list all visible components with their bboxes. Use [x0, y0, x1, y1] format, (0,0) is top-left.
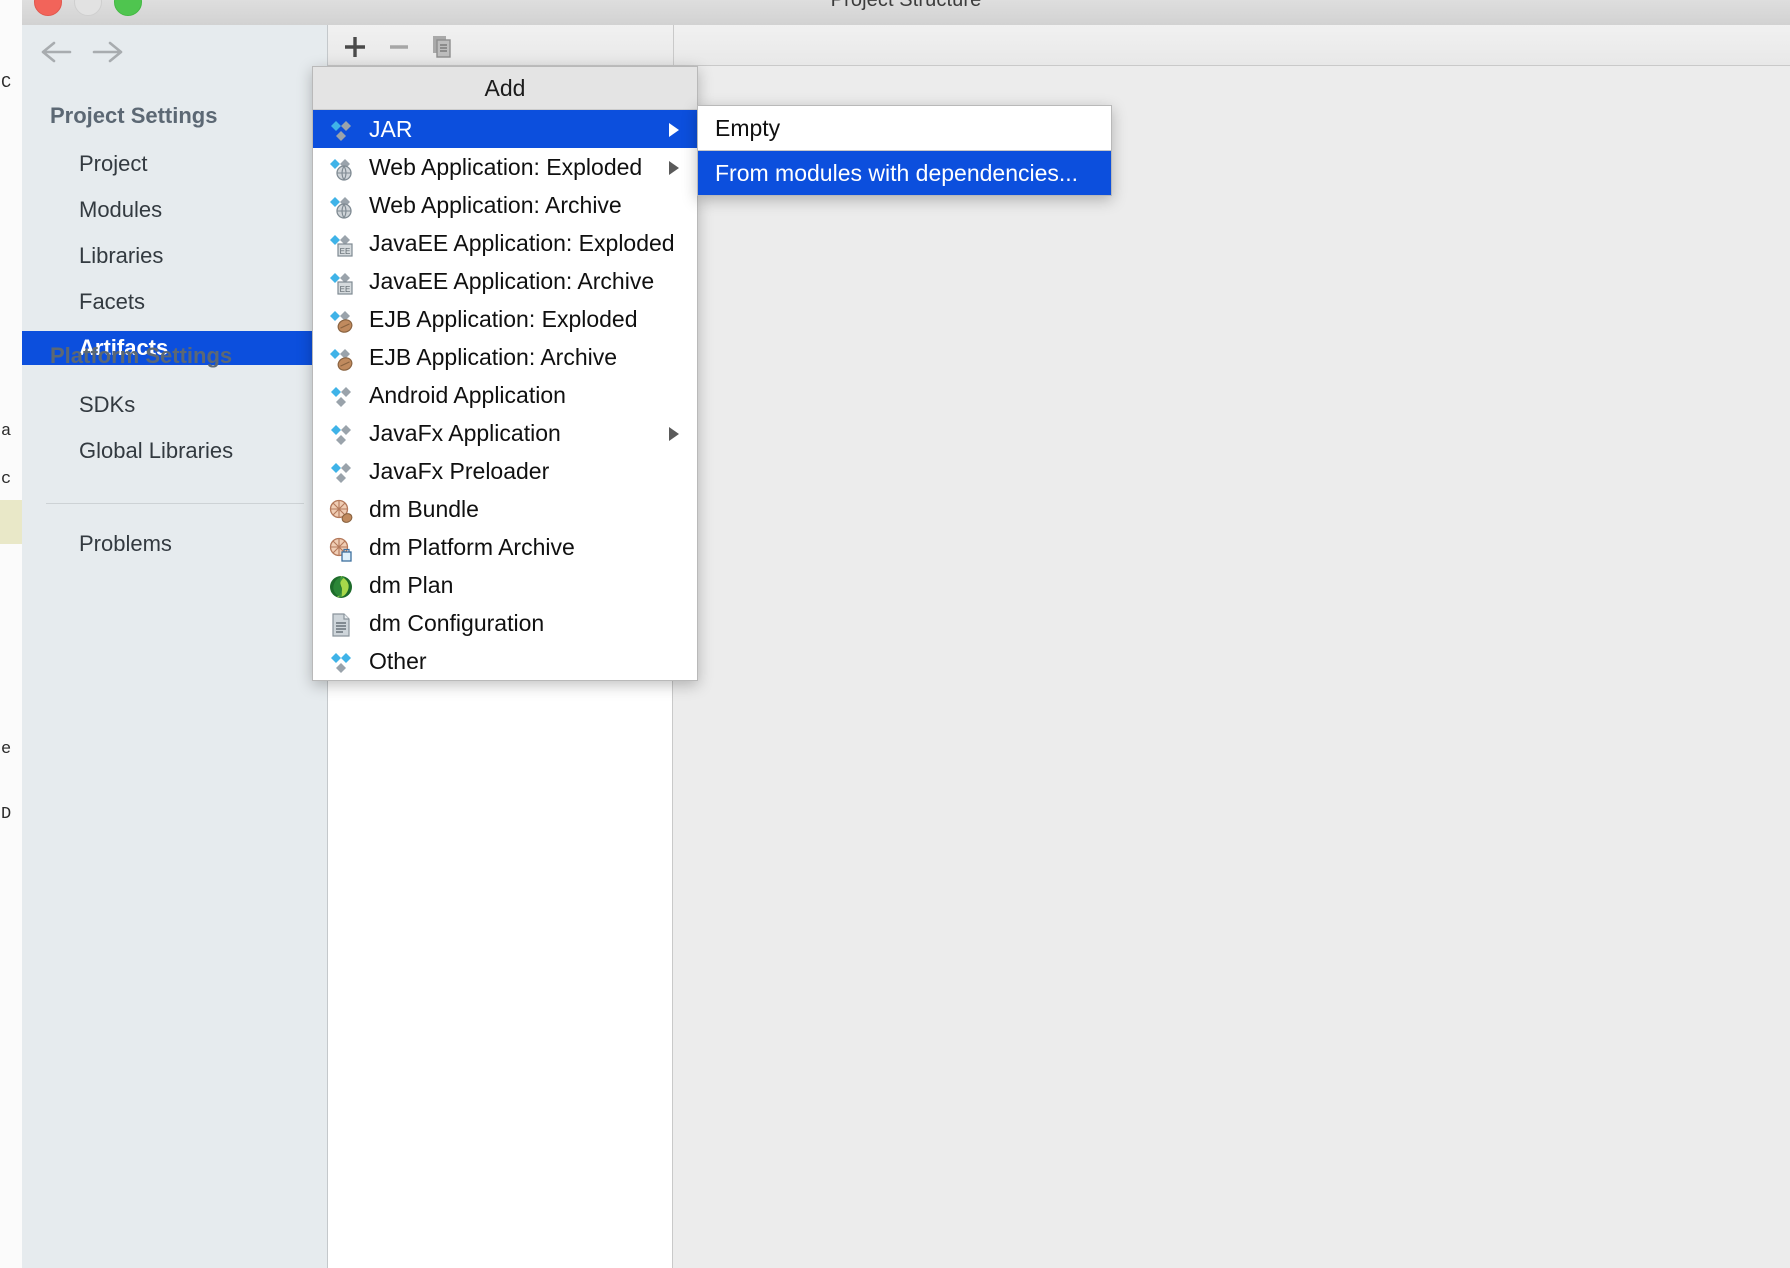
dm-plan-icon	[328, 574, 354, 600]
menu-item-dm-bundle[interactable]: dm Bundle	[313, 490, 697, 528]
javaee-artifact-icon: EE	[328, 232, 354, 258]
menu-item-ejb-application-exploded[interactable]: EJB Application: Exploded	[313, 300, 697, 338]
add-artifact-menu: Add JAR Web Application: Exploded Web Ap…	[312, 66, 698, 681]
detail-toolbar	[674, 25, 1790, 66]
menu-item-web-application-archive[interactable]: Web Application: Archive	[313, 186, 697, 224]
submenu-item-empty[interactable]: Empty	[698, 106, 1111, 150]
add-menu-title: Add	[313, 67, 697, 110]
menu-item-label: EJB Application: Archive	[369, 344, 618, 370]
dm-configuration-icon	[328, 612, 354, 638]
menu-item-label: JavaEE Application: Exploded	[369, 230, 675, 256]
menu-item-label: Android Application	[369, 382, 566, 408]
sidebar-item-sdks[interactable]: SDKs	[22, 388, 327, 422]
artifact-diamond-icon	[328, 118, 354, 144]
remove-artifact-button[interactable]	[384, 32, 414, 62]
javaee-artifact-icon: EE	[328, 270, 354, 296]
menu-item-dm-plan[interactable]: dm Plan	[313, 566, 697, 604]
menu-item-label: JavaFx Application	[369, 420, 561, 446]
jar-submenu: Empty From modules with dependencies...	[697, 105, 1112, 196]
sidebar-item-problems[interactable]: Problems	[22, 527, 327, 561]
artifact-diamond-icon	[328, 384, 354, 410]
copy-artifact-button[interactable]	[428, 32, 458, 62]
web-artifact-icon	[328, 194, 354, 220]
project-structure-window: Project Structure Project Settings Proje…	[22, 0, 1790, 1268]
background-editor-sliver: C a c e D	[0, 0, 23, 1268]
artifact-diamond-icon	[328, 422, 354, 448]
menu-item-dm-configuration[interactable]: dm Configuration	[313, 604, 697, 642]
submenu-item-from-modules-with-dependencies[interactable]: From modules with dependencies...	[698, 151, 1111, 195]
back-arrow-icon[interactable]	[40, 39, 74, 65]
artifacts-toolbar	[328, 25, 674, 66]
menu-item-label: Other	[369, 648, 427, 674]
artifact-diamond-icon	[328, 650, 354, 676]
sidebar-group-project-settings: Project Settings	[50, 103, 218, 128]
artifact-diamond-icon	[328, 460, 354, 486]
svg-text:EE: EE	[340, 285, 351, 294]
sidebar-item-project[interactable]: Project	[22, 147, 327, 181]
sidebar-divider	[46, 503, 304, 504]
menu-item-dm-platform-archive[interactable]: dm Platform Archive	[313, 528, 697, 566]
menu-item-label: dm Plan	[369, 572, 454, 598]
sidebar-item-global-libraries[interactable]: Global Libraries	[22, 434, 327, 468]
menu-item-javaee-application-exploded[interactable]: EE JavaEE Application: Exploded	[313, 224, 697, 262]
menu-item-label: dm Platform Archive	[369, 534, 575, 560]
sidebar-group-platform-settings: Platform Settings	[50, 343, 233, 368]
menu-item-label: dm Bundle	[369, 496, 479, 522]
dm-bundle-icon	[328, 498, 354, 524]
settings-sidebar: Project Settings Project Modules Librari…	[22, 25, 328, 1268]
window-title: Project Structure	[830, 0, 982, 11]
web-artifact-icon	[328, 156, 354, 182]
window-titlebar: Project Structure	[22, 0, 1790, 26]
sidebar-item-modules[interactable]: Modules	[22, 193, 327, 227]
menu-item-label: JavaFx Preloader	[369, 458, 550, 484]
menu-item-label: dm Configuration	[369, 610, 545, 636]
sidebar-item-facets[interactable]: Facets	[22, 285, 327, 319]
menu-item-label: Web Application: Exploded	[369, 154, 643, 180]
menu-item-javaee-application-archive[interactable]: EE JavaEE Application: Archive	[313, 262, 697, 300]
menu-item-label: Web Application: Archive	[369, 192, 622, 218]
submenu-item-label: From modules with dependencies...	[715, 160, 1079, 186]
menu-item-ejb-application-archive[interactable]: EJB Application: Archive	[313, 338, 697, 376]
sidebar-nav	[22, 25, 327, 77]
menu-item-jar[interactable]: JAR	[313, 110, 697, 148]
add-artifact-button[interactable]	[340, 32, 370, 62]
menu-item-label: JAR	[369, 116, 413, 142]
menu-item-android-application[interactable]: Android Application	[313, 376, 697, 414]
chevron-right-icon	[669, 427, 679, 441]
menu-item-javafx-application[interactable]: JavaFx Application	[313, 414, 697, 452]
menu-item-web-application-exploded[interactable]: Web Application: Exploded	[313, 148, 697, 186]
chevron-right-icon	[669, 123, 679, 137]
forward-arrow-icon[interactable]	[90, 39, 124, 65]
dm-platform-archive-icon	[328, 536, 354, 562]
menu-item-javafx-preloader[interactable]: JavaFx Preloader	[313, 452, 697, 490]
chevron-right-icon	[669, 161, 679, 175]
ejb-artifact-icon	[328, 308, 354, 334]
svg-text:EE: EE	[340, 247, 351, 256]
menu-item-other[interactable]: Other	[313, 642, 697, 680]
sidebar-item-libraries[interactable]: Libraries	[22, 239, 327, 273]
ejb-artifact-icon	[328, 346, 354, 372]
submenu-item-label: Empty	[715, 115, 781, 141]
artifact-detail-panel	[674, 66, 1790, 1268]
menu-item-label: EJB Application: Exploded	[369, 306, 638, 332]
menu-item-label: JavaEE Application: Archive	[369, 268, 655, 294]
app-root: C a c e D Project Structure Project Sett…	[0, 0, 1790, 1268]
